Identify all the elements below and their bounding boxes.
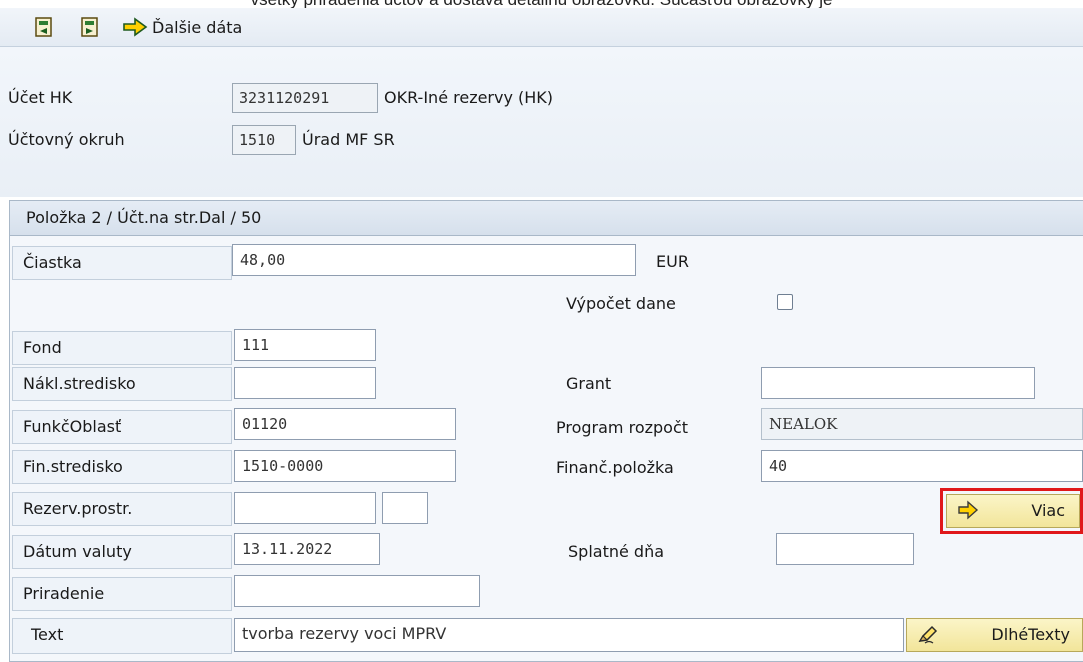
assignment-label: Priradenie — [12, 577, 232, 611]
tax-calc-label: Výpočet dane — [566, 294, 676, 313]
more-data-button[interactable]: Ďalšie dáta — [152, 18, 242, 37]
long-texts-label: DlhéTexty — [991, 625, 1070, 644]
company-code-field[interactable]: 1510 — [232, 125, 296, 155]
earmarked-funds-label: Rezerv.prostr. — [12, 492, 232, 526]
item-group-title: Položka 2 / Účt.na str.Dal / 50 — [26, 208, 262, 227]
application-toolbar: Ďalšie dáta — [0, 8, 1083, 47]
text-label-text: Text — [31, 625, 64, 644]
text-input[interactable]: tvorba rezervy voci MPRV — [234, 618, 904, 652]
text-label: Text — [12, 618, 232, 654]
fund-center-input[interactable]: 1510-0000 — [234, 450, 456, 482]
more-button[interactable]: Viac — [946, 494, 1080, 528]
yellow-arrow-icon[interactable] — [122, 17, 148, 37]
assignment-input[interactable] — [234, 575, 480, 607]
amount-input[interactable]: 48,00 — [232, 244, 636, 276]
document-next-icon[interactable] — [80, 17, 100, 37]
tax-calc-checkbox[interactable] — [777, 294, 793, 310]
yellow-arrow-icon — [958, 500, 979, 520]
header-section — [0, 47, 1083, 197]
fund-input[interactable]: 111 — [234, 329, 376, 361]
pencil-edit-icon — [918, 625, 938, 644]
grant-label: Grant — [566, 374, 612, 393]
due-on-label: Splatné dňa — [568, 542, 665, 561]
due-on-input[interactable] — [776, 533, 914, 565]
earmarked-item-input[interactable] — [382, 492, 428, 524]
fund-label: Fond — [12, 331, 232, 365]
earmarked-funds-input[interactable] — [234, 492, 376, 524]
currency-label: EUR — [656, 252, 689, 271]
commitment-item-label: Finanč.položka — [556, 458, 674, 477]
commitment-item-input[interactable]: 40 — [761, 450, 1083, 482]
cost-center-input[interactable] — [234, 367, 376, 399]
long-texts-button[interactable]: DlhéTexty — [906, 618, 1083, 652]
gl-account-description: OKR-Iné rezervy (HK) — [384, 88, 554, 107]
value-date-input[interactable]: 13.11.2022 — [234, 533, 380, 565]
gl-account-label: Účet HK — [8, 88, 73, 107]
company-code-label: Účtovný okruh — [8, 130, 125, 149]
budget-program-label: Program rozpočt — [556, 418, 689, 437]
company-code-description: Úrad MF SR — [302, 130, 395, 149]
functional-area-input[interactable]: 01120 — [234, 408, 456, 440]
cost-center-label: Nákl.stredisko — [12, 367, 232, 401]
budget-program-field[interactable]: NEALOK — [761, 408, 1083, 440]
fund-center-label: Fin.stredisko — [12, 450, 232, 484]
item-group-title-bar: Položka 2 / Účt.na str.Dal / 50 — [10, 201, 1083, 236]
document-prev-icon[interactable] — [34, 17, 54, 37]
functional-area-label: FunkčOblasť — [12, 410, 232, 444]
grant-input[interactable] — [761, 367, 1035, 399]
more-button-label: Viac — [1031, 501, 1065, 520]
value-date-label: Dátum valuty — [12, 535, 232, 569]
gl-account-field[interactable]: 3231120291 — [232, 83, 378, 113]
amount-label: Čiastka — [12, 246, 232, 280]
